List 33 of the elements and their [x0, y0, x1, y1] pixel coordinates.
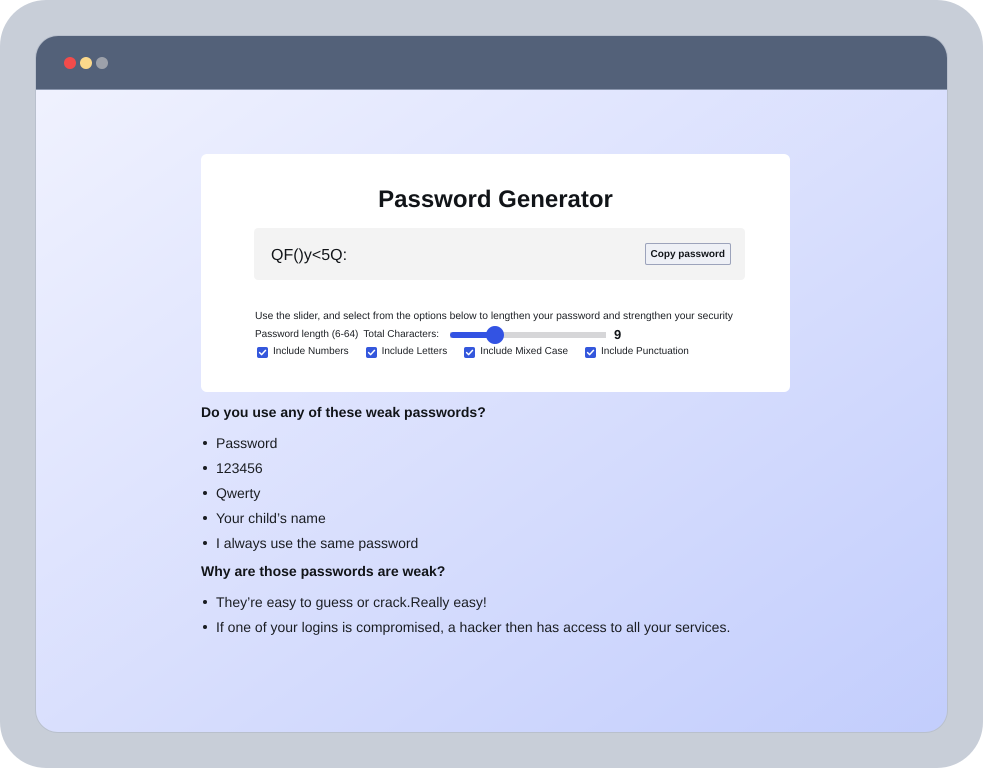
list-item-text: Your child’s name [216, 508, 326, 526]
checkbox[interactable] [366, 346, 377, 358]
copy-password-button[interactable]: Copy password [644, 243, 731, 265]
checkbox-label[interactable]: Include Mixed Case [480, 346, 568, 358]
checkbox-label[interactable]: Include Numbers [273, 346, 349, 358]
checkbox[interactable] [585, 346, 596, 358]
bullet-icon [203, 490, 207, 494]
slider-thumb[interactable] [486, 326, 504, 344]
generator-title: Password Generator [378, 185, 613, 215]
checkbox[interactable] [464, 346, 476, 358]
bullet-icon [203, 624, 207, 628]
list-item-text: Password [216, 434, 278, 452]
section-heading: Why are those passwords are weak? [201, 562, 446, 581]
list-item-text: They’re easy to guess or crack.Really easy! [216, 592, 487, 610]
list-item-text: 123456 [216, 458, 263, 476]
checkbox[interactable] [257, 346, 268, 358]
bullet-icon [203, 516, 207, 520]
instructions-text: Use the slider, and select from the options below to lengthen your password and strengthen your security [255, 311, 733, 323]
list-item-text: Qwerty [216, 484, 260, 502]
total-label: Total Characters: [363, 329, 439, 341]
checkbox-label[interactable]: Include Letters [382, 346, 448, 358]
bullet-icon [203, 600, 207, 604]
list-item-text: If one of your logins is compromised, a hacker then has access to all your services. [216, 618, 730, 636]
checkbox-label[interactable]: Include Punctuation [601, 346, 689, 358]
bullet-icon [203, 440, 207, 444]
length-value: 9 [614, 328, 622, 342]
window-control-icon[interactable] [80, 56, 92, 68]
list-item-text: I always use the same password [216, 534, 418, 552]
bullet-icon [203, 540, 207, 544]
length-label: Password length (6-64) [255, 329, 358, 341]
section-heading: Do you use any of these weak passwords? [201, 403, 486, 422]
password-text: QF()y<5Q: [271, 247, 348, 265]
bullet-icon [203, 466, 207, 470]
